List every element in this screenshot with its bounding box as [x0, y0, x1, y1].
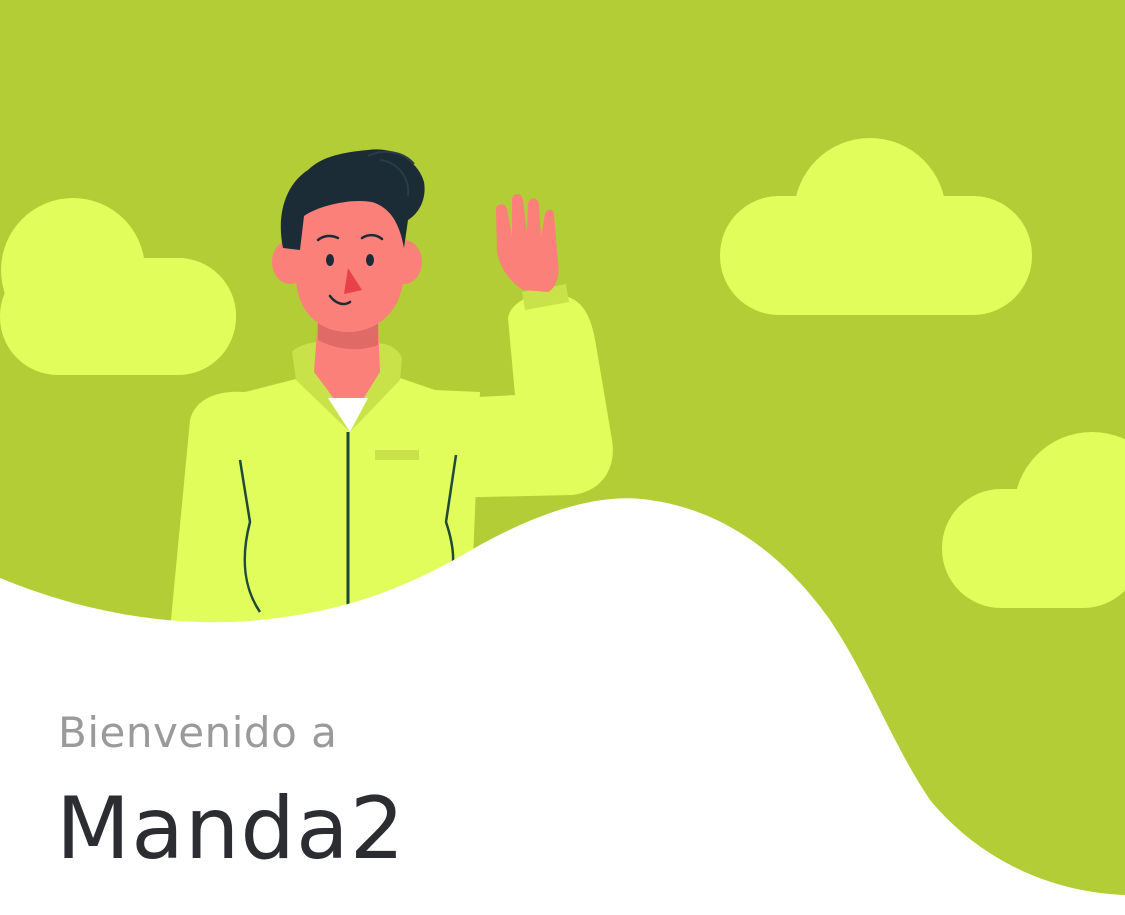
welcome-illustration: [0, 0, 1125, 915]
welcome-greeting: Bienvenido a: [58, 708, 338, 757]
welcome-screen: Bienvenido a Manda2: [0, 0, 1125, 915]
app-name-title: Manda2: [56, 779, 406, 879]
